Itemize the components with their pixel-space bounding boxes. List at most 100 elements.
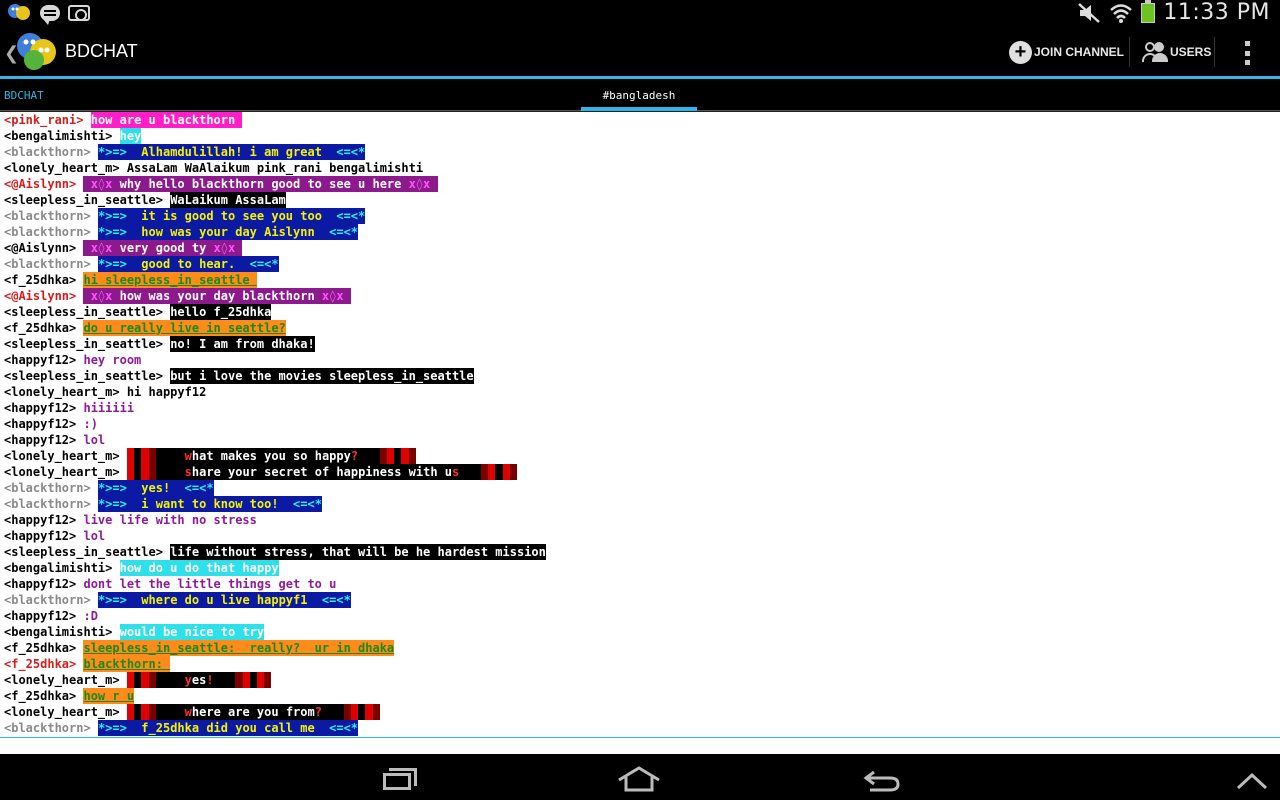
nick-label[interactable]: <happyf12> (4, 416, 76, 432)
nick-label[interactable]: <sleepless_in_seattle> (4, 368, 163, 384)
chat-line: <happyf12> live life with no stress (4, 512, 1280, 528)
tab-bangladesh[interactable]: #bangladesh (581, 82, 697, 111)
nick-label[interactable]: <lonely_heart_m> (4, 384, 120, 400)
message-text: AssaLam WaAlaikum pink_rani bengalimisht… (126, 161, 424, 175)
nick-label[interactable]: <happyf12> (4, 608, 76, 624)
nick-label[interactable]: <@Aislynn> (4, 288, 76, 304)
message-rest: hare your secret of happiness with u (191, 465, 452, 479)
chat-log[interactable]: <pink_rani> how are u blackthorn <bengal… (0, 111, 1280, 737)
love-decoration (488, 464, 496, 480)
nick-label[interactable]: <blackthorn> (4, 224, 91, 240)
join-channel-button[interactable]: + JOIN CHANNEL (1009, 25, 1124, 79)
nick-label[interactable]: <blackthorn> (4, 256, 91, 272)
nick-separator (76, 608, 83, 624)
join-channel-label: JOIN CHANNEL (1034, 45, 1125, 59)
nick-separator (120, 704, 127, 720)
nick-label[interactable]: <sleepless_in_seattle> (4, 336, 163, 352)
nick-separator (76, 320, 83, 336)
message-rest: here are you from (191, 705, 315, 719)
message-initial: y (184, 673, 192, 687)
nick-label[interactable]: <blackthorn> (4, 480, 91, 496)
nick-label[interactable]: <lonely_heart_m> (4, 672, 120, 688)
action-divider (1129, 37, 1130, 67)
nick-label[interactable]: <lonely_heart_m> (4, 160, 120, 176)
nick-label[interactable]: <bengalimishti> (4, 128, 112, 144)
wifi-icon (1110, 3, 1133, 23)
nick-separator (91, 480, 98, 496)
message-text: *>=> it is good to see you too <=<* (97, 208, 366, 224)
home-icon[interactable] (617, 766, 661, 792)
message-text: *>=> f_25dhka did you call me <=<* (97, 720, 359, 736)
love-decoration (141, 672, 149, 688)
message-body: how was your day blackthorn (119, 289, 315, 303)
message-decoration: x◊x (83, 289, 120, 303)
tab-server[interactable]: BDCHAT (4, 89, 44, 102)
love-decoration (365, 704, 373, 720)
chat-line: <lonely_heart_m> what makes you so happy… (4, 448, 1280, 464)
nick-label[interactable]: <happyf12> (4, 400, 76, 416)
nick-label[interactable]: <blackthorn> (4, 720, 91, 736)
nick-label[interactable]: <@Aislynn> (4, 240, 76, 256)
users-button[interactable]: USERS (1142, 25, 1211, 79)
nick-label[interactable]: <happyf12> (4, 512, 76, 528)
nick-separator (76, 240, 83, 256)
chat-line: <sleepless_in_seattle> WaLaikum AssaLam (4, 192, 1280, 208)
nick-separator (76, 512, 83, 528)
nick-label[interactable]: <bengalimishti> (4, 624, 112, 640)
message-decoration: <=<* (307, 593, 351, 607)
nick-label[interactable]: <blackthorn> (4, 496, 91, 512)
message-text: :) (83, 417, 98, 431)
nick-label[interactable]: <blackthorn> (4, 144, 91, 160)
message-decoration: <=<* (278, 497, 322, 511)
nick-label[interactable]: <lonely_heart_m> (4, 704, 120, 720)
clock: 11:33 PM (1163, 0, 1270, 25)
love-decoration (321, 704, 344, 720)
app-logo-icon[interactable] (14, 30, 60, 74)
nick-label[interactable]: <bengalimishti> (4, 560, 112, 576)
nick-label[interactable]: <sleepless_in_seattle> (4, 192, 163, 208)
nick-label[interactable]: <lonely_heart_m> (4, 464, 120, 480)
message-text: *>=> Alhamdulillah! i am great <=<* (97, 144, 366, 160)
nick-label[interactable]: <f_25dhka> (4, 272, 76, 288)
nick-label[interactable]: <lonely_heart_m> (4, 448, 120, 464)
message-decoration: <=<* (314, 721, 359, 735)
overflow-menu-icon[interactable] (1245, 41, 1250, 65)
nick-label[interactable]: <happyf12> (4, 352, 76, 368)
nick-separator (76, 176, 83, 192)
nick-label[interactable]: <f_25dhka> (4, 640, 76, 656)
nick-label[interactable]: <@Aislynn> (4, 176, 76, 192)
nick-separator (76, 576, 83, 592)
message-input[interactable] (0, 737, 1280, 754)
love-decoration (148, 448, 156, 464)
love-decoration (509, 464, 518, 480)
nick-separator (120, 160, 127, 176)
message-text: hello f_25dhka (170, 304, 272, 320)
nick-separator (120, 384, 127, 400)
nick-label[interactable]: <happyf12> (4, 432, 76, 448)
nick-label[interactable]: <blackthorn> (4, 208, 91, 224)
chevron-up-icon[interactable] (1236, 772, 1268, 790)
nick-separator (76, 656, 83, 672)
nick-label[interactable]: <blackthorn> (4, 592, 91, 608)
nick-label[interactable]: <happyf12> (4, 528, 76, 544)
nick-label[interactable]: <f_25dhka> (4, 688, 76, 704)
nick-label[interactable]: <pink_rani> (4, 112, 83, 128)
love-decoration (350, 704, 359, 720)
chat-line: <bengalimishti> how do u do that happy (4, 560, 1280, 576)
message-mark: s (452, 465, 460, 479)
chat-line: <lonely_heart_m> yes! (4, 672, 1280, 688)
message-decoration: *>=> (97, 497, 142, 511)
nick-label[interactable]: <f_25dhka> (4, 656, 76, 672)
message-decoration: <=<* (235, 257, 279, 271)
love-decoration (141, 704, 149, 720)
back-icon[interactable] (862, 768, 902, 792)
nick-label[interactable]: <f_25dhka> (4, 320, 76, 336)
message-text: x◊x how was your day blackthorn x◊x (83, 288, 351, 304)
nick-label[interactable]: <sleepless_in_seattle> (4, 544, 163, 560)
nick-label[interactable]: <happyf12> (4, 576, 76, 592)
nick-separator (163, 544, 170, 560)
recent-apps-icon[interactable] (383, 768, 417, 790)
nick-label[interactable]: <sleepless_in_seattle> (4, 304, 163, 320)
app-title: BDCHAT (65, 41, 138, 61)
chat-line: <bengalimishti> would be nice to try (4, 624, 1280, 640)
